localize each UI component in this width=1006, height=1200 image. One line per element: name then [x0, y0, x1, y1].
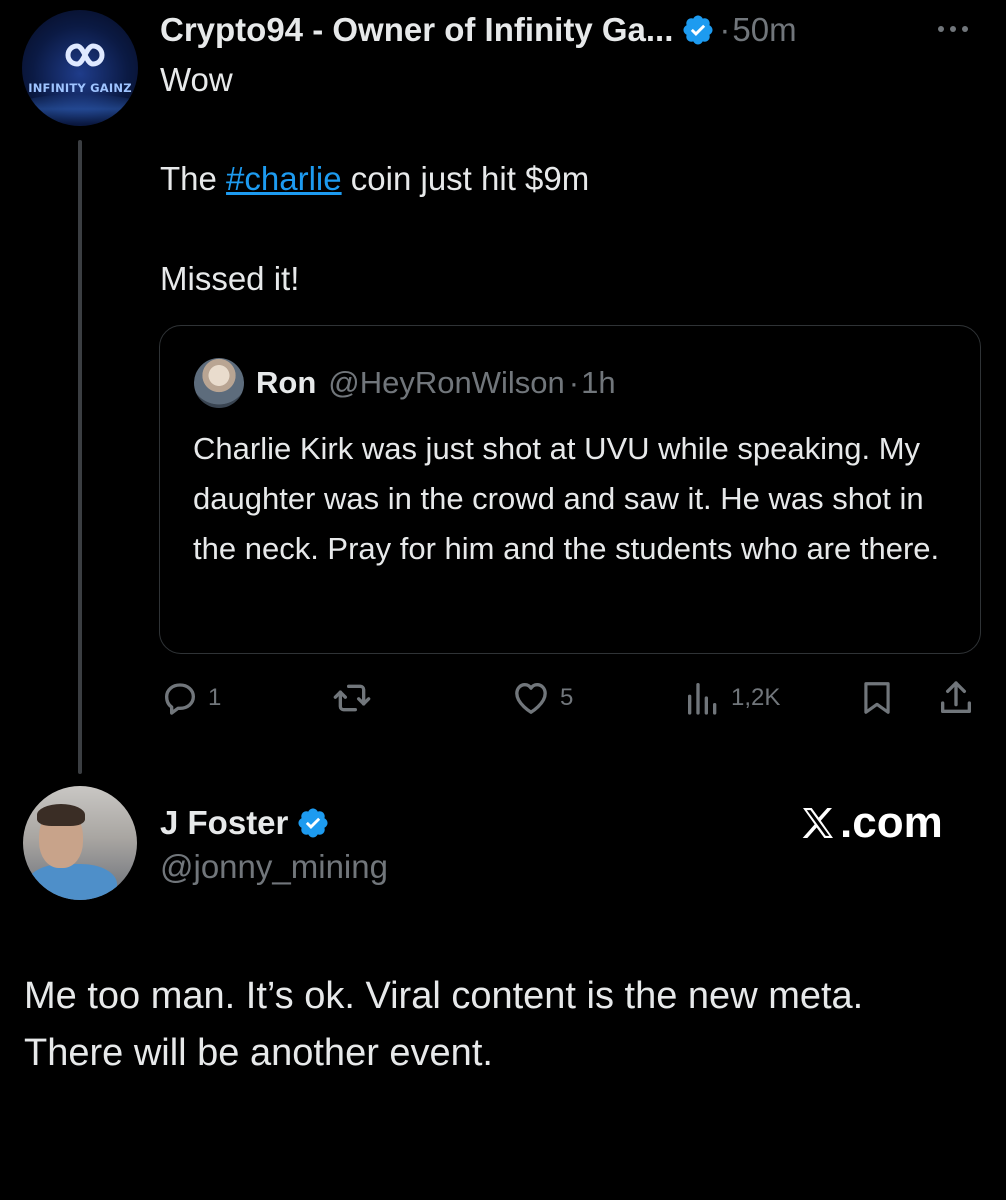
share-icon [941, 681, 971, 713]
reply-text: Me too man. It’s ok. Viral content is th… [24, 968, 974, 1082]
reply-button[interactable]: 1 [160, 676, 221, 720]
quoted-tweet-header: Ron @HeyRonWilson · 1h [256, 362, 616, 404]
bookmark-button[interactable] [858, 676, 896, 720]
verified-badge-icon [298, 808, 328, 838]
more-dot [938, 26, 944, 32]
avatar-logo-text: INFINITY GAINZ [28, 81, 132, 95]
views-count: 1,2K [731, 684, 781, 711]
like-count: 5 [560, 684, 574, 711]
quoted-author-name[interactable]: Ron [256, 365, 316, 401]
header-separator: · [719, 11, 731, 48]
tweet-header: Crypto94 - Owner of Infinity Ga... · 50m [160, 8, 797, 52]
avatar-wave-decoration [22, 94, 138, 124]
reply-text-line: There will be another event. [24, 1032, 493, 1074]
brand-text: .com [840, 798, 943, 847]
tweet-timestamp[interactable]: 50m [732, 11, 796, 49]
more-dot [950, 26, 956, 32]
reply-author-name[interactable]: J Foster [160, 804, 288, 842]
like-button[interactable]: 5 [510, 676, 573, 720]
x-logo-icon [802, 808, 833, 838]
reply-text-line: Me too man. It’s ok. Viral content is th… [24, 975, 864, 1017]
avatar-hair [37, 804, 85, 826]
hashtag-link[interactable]: #charlie [226, 160, 342, 197]
quoted-tweet-text: Charlie Kirk was just shot at UVU while … [193, 431, 940, 566]
retweet-icon [333, 684, 371, 712]
author-display-name[interactable]: Crypto94 - Owner of Infinity Ga... [160, 11, 673, 49]
tweet-text-segment: The [160, 160, 227, 197]
tweet-text-segment: coin just hit $9m [341, 160, 590, 197]
quoted-author-avatar[interactable] [194, 358, 244, 408]
views-icon [688, 683, 717, 715]
thread-connector-line [78, 140, 82, 774]
more-dot [962, 26, 968, 32]
quoted-header-separator: · [568, 365, 580, 400]
verified-badge-icon [683, 15, 713, 45]
reply-count: 1 [208, 684, 222, 711]
share-button[interactable] [936, 676, 976, 720]
reply-icon [165, 683, 195, 715]
more-icon[interactable] [938, 14, 984, 44]
quoted-timestamp[interactable]: 1h [581, 365, 615, 401]
views-button[interactable]: 1,2K [683, 676, 780, 720]
avatar-shirt [27, 864, 117, 900]
like-icon [515, 683, 547, 714]
tweet-text-line: Wow [160, 61, 233, 98]
reply-author-avatar[interactable] [23, 786, 137, 900]
bookmark-icon [864, 682, 890, 714]
tweet-text-line: The #charlie coin just hit $9m [160, 160, 589, 198]
x-com-watermark: .com [798, 798, 943, 848]
infinity-logo-icon [65, 43, 105, 67]
reply-author-row: J Foster [160, 800, 330, 846]
reply-author-handle[interactable]: @jonny_mining [160, 848, 388, 886]
quoted-author-handle[interactable]: @HeyRonWilson [328, 365, 564, 401]
tweet-text-line: Missed it! [160, 260, 300, 297]
author-avatar[interactable]: INFINITY GAINZ [22, 10, 138, 126]
retweet-button[interactable] [330, 676, 374, 720]
